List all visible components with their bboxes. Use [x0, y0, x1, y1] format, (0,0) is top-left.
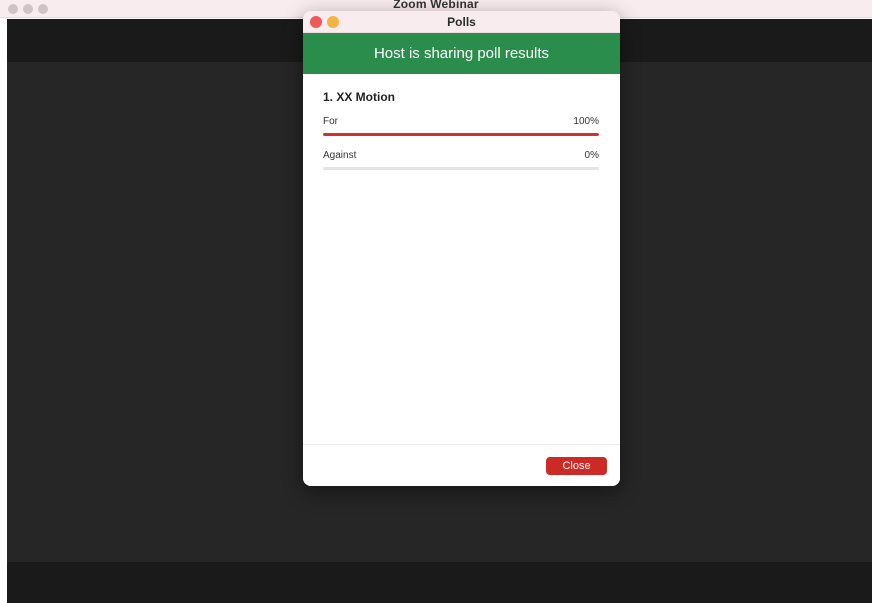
main-window-title: Zoom Webinar — [393, 0, 479, 11]
option-label: Against — [323, 150, 357, 161]
sharing-banner: Host is sharing poll results — [303, 33, 620, 74]
polls-footer: Close — [303, 444, 620, 486]
sharing-banner-text: Host is sharing poll results — [373, 45, 550, 62]
option-label: For — [323, 116, 338, 127]
option-progress-track — [323, 133, 599, 136]
main-bottom-bar — [7, 562, 872, 603]
poll-option: For 100% — [323, 116, 599, 136]
poll-question: 1. XX Motion — [323, 90, 395, 104]
poll-results: 1. XX Motion For 100% Against 0% — [303, 74, 620, 444]
option-progress-fill — [323, 133, 599, 136]
polls-title: Polls — [447, 15, 476, 29]
option-percent: 0% — [584, 150, 599, 161]
option-percent: 100% — [573, 116, 599, 127]
option-progress-track — [323, 167, 599, 170]
polls-titlebar: Polls — [303, 11, 620, 33]
close-button[interactable]: Close — [546, 457, 607, 475]
polls-dialog: Polls Host is sharing poll results 1. XX… — [303, 11, 620, 486]
screen: Zoom Webinar Polls Host is sharing poll … — [0, 0, 872, 603]
poll-option: Against 0% — [323, 150, 599, 170]
